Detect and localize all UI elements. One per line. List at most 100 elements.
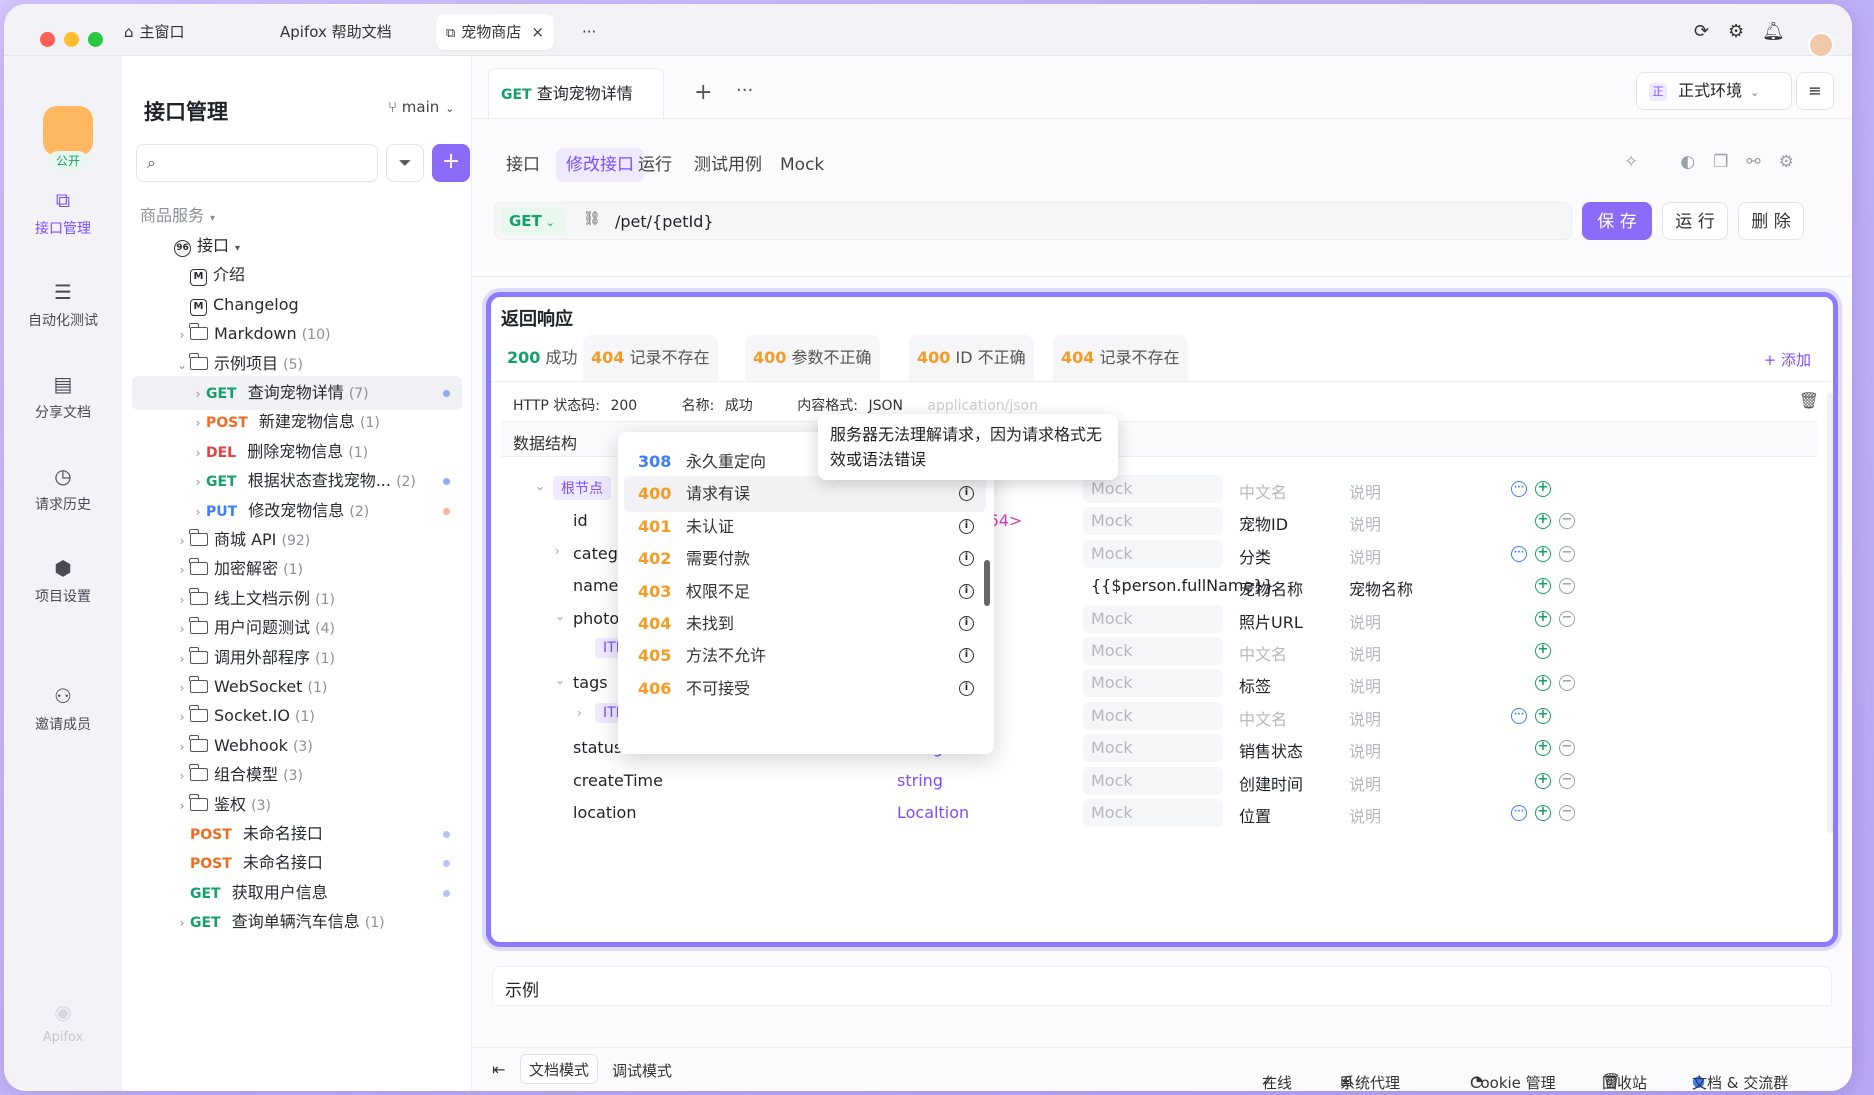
add-field-icon[interactable]: + [1535,610,1551,627]
schema-field-name[interactable]: id [573,511,588,530]
response-tab[interactable]: 404 记录不存在 [583,335,718,381]
project-logo[interactable] [43,106,93,156]
add-field-icon[interactable]: + [1535,643,1551,659]
remove-field-icon[interactable]: − [1559,578,1575,595]
add-field-icon[interactable]: + [1535,513,1551,530]
user-avatar[interactable] [1808,32,1834,58]
close-window-button[interactable] [40,32,55,47]
subtab-item[interactable]: Mock [780,148,824,182]
mock-input[interactable]: Mock [1083,766,1223,795]
rail-item-api-management[interactable]: ⧉ 接口管理 [4,188,122,238]
rail-item-automation-test[interactable]: ☰ 自动化测试 [4,280,122,330]
mock-input[interactable]: Mock [1083,604,1223,633]
info-icon[interactable]: i [959,583,974,599]
more-options-icon[interactable]: ··· [1511,805,1527,821]
description[interactable]: 宠物名称 [1349,576,1413,600]
more-options-icon[interactable]: ··· [1511,481,1527,497]
description[interactable]: 说明 [1349,803,1381,827]
chinese-name[interactable]: 宠物ID [1239,511,1288,535]
add-field-icon[interactable]: + [1535,545,1551,562]
schema-field-type[interactable]: Localtion [897,803,969,822]
response-tab[interactable]: 200 成功 [499,335,586,381]
description[interactable]: 说明 [1349,544,1381,568]
dropdown-scrollbar[interactable] [984,560,990,606]
remove-field-icon[interactable]: − [1559,772,1575,789]
filter-button[interactable]: ⏷ [386,144,424,182]
name-value[interactable]: 成功 [725,398,753,414]
chinese-name[interactable]: 创建时间 [1239,771,1303,795]
save-button[interactable]: 保 存 [1582,202,1652,240]
add-field-icon[interactable]: + [1535,481,1551,497]
sidebar-search-input[interactable]: ⌕ [136,144,378,182]
info-icon[interactable]: i [959,616,974,631]
rail-item-share-docs[interactable]: ▤ 分享文档 [4,372,122,422]
description[interactable]: 说明 [1349,609,1381,633]
status-code-option[interactable]: 406 不可接受 i [624,671,986,707]
chevron-down-icon[interactable]: ⌄ [535,479,545,493]
remove-field-icon[interactable]: − [1559,513,1575,530]
chinese-name[interactable]: 中文名 [1239,706,1287,730]
mock-input[interactable]: Mock [1083,799,1223,827]
debug-mode-button[interactable]: 调试模式 [612,1060,672,1081]
remove-field-icon[interactable]: − [1559,675,1575,692]
share-icon[interactable]: ⚯ [1746,152,1760,172]
description[interactable]: 说明 [1349,771,1381,795]
status-code-option[interactable]: 400 请求有误 i [624,476,986,513]
description[interactable]: 说明 [1349,706,1381,730]
add-response-button[interactable]: + 添加 [1764,349,1811,370]
content-format-value[interactable]: JSON [868,398,903,414]
new-tab-button[interactable]: + [694,80,712,105]
copy-icon[interactable]: ❐ [1713,152,1728,172]
schema-field-name[interactable]: 根节点 [553,476,611,500]
subtab-item[interactable]: 接口 [506,148,540,182]
description[interactable]: 说明 [1349,738,1381,762]
mock-input[interactable]: Mock [1083,669,1223,698]
info-icon[interactable]: i [959,551,974,567]
schema-field-type[interactable]: string [897,771,943,790]
info-icon[interactable]: i [959,680,974,696]
chevron-right-icon[interactable]: › [577,706,582,720]
close-tab-icon[interactable]: × [531,23,544,41]
tab-main-window[interactable]: ⌂ 主窗口 [124,14,185,50]
response-tab[interactable]: 404 记录不存在 [1053,335,1188,381]
chevron-right-icon[interactable]: › [174,906,190,940]
status-code-option[interactable]: 401 未认证 i [624,509,986,545]
more-options-icon[interactable]: ··· [1511,707,1527,724]
add-api-button[interactable]: + [432,144,470,182]
tab-help-docs[interactable]: Apifox 帮助文档 [280,14,392,50]
description[interactable]: 说明 [1349,511,1381,535]
info-icon[interactable]: i [959,648,974,664]
subtab-item[interactable]: 修改接口 [556,148,644,182]
method-selector[interactable]: GET ⌄ [501,207,565,235]
status-code-option[interactable]: 403 权限不足 i [624,574,986,610]
remove-field-icon[interactable]: − [1559,805,1575,821]
tab-pet-store[interactable]: ⧉ 宠物商店 × [436,14,554,50]
chinese-name[interactable]: 照片URL [1239,609,1303,633]
chinese-name[interactable]: 中文名 [1239,641,1287,665]
schema-field-name[interactable]: createTime [573,771,663,790]
mock-input[interactable]: {{$person.fullName}} [1083,572,1274,600]
response-tab[interactable]: 400 参数不正确 [745,335,880,381]
zoom-window-button[interactable] [88,32,103,47]
add-field-icon[interactable]: + [1535,675,1551,692]
response-tab[interactable]: 400 ID 不正确 [909,335,1034,381]
chinese-name[interactable]: 标签 [1239,673,1271,697]
bell-icon[interactable]: 🔔︎ [1762,14,1785,50]
schema-field-name[interactable]: location [573,803,636,822]
info-icon[interactable]: i [959,518,974,534]
remove-field-icon[interactable]: − [1559,610,1575,627]
mock-input[interactable]: Mock [1083,539,1223,568]
chevron-right-icon[interactable]: › [555,544,560,558]
status-code-option[interactable]: 404 未找到 i [624,606,986,642]
add-field-icon[interactable]: + [1535,772,1551,789]
status-code-option[interactable]: 402 需要付款 i [624,541,986,577]
info-icon[interactable]: i [959,486,974,502]
schema-field-name[interactable]: name [573,576,618,595]
description[interactable]: 说明 [1349,479,1381,503]
mock-input[interactable]: Mock [1083,507,1223,536]
schema-field-name[interactable]: tags [573,673,608,692]
add-field-icon[interactable]: + [1535,707,1551,724]
status-code-option[interactable]: 405 方法不允许 i [624,638,986,674]
tab-more-button[interactable]: ··· [736,80,753,101]
description[interactable]: 说明 [1349,673,1381,697]
